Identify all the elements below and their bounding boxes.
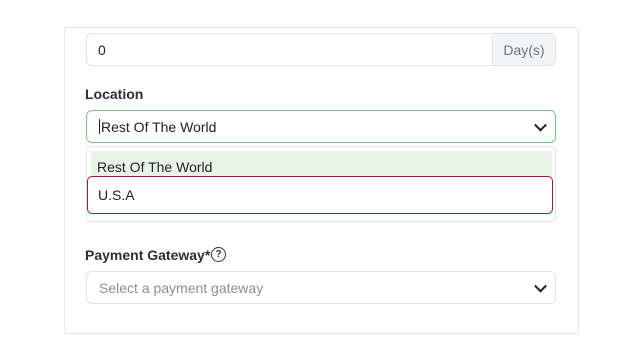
- location-select[interactable]: Rest Of The World: [86, 110, 556, 143]
- payment-gateway-select[interactable]: Select a payment gateway: [86, 271, 556, 304]
- chevron-down-icon[interactable]: [534, 118, 547, 132]
- chevron-down-icon[interactable]: [534, 279, 547, 293]
- location-option-usa[interactable]: U.S.A: [87, 176, 553, 214]
- days-input-value[interactable]: 0: [87, 34, 492, 65]
- payment-gateway-label: Payment Gateway*: [85, 247, 211, 263]
- days-unit-addon: Day(s): [492, 34, 555, 65]
- help-icon[interactable]: ?: [211, 247, 226, 262]
- payment-gateway-placeholder: Select a payment gateway: [99, 279, 264, 296]
- location-option-rest-of-world[interactable]: Rest Of The World: [91, 151, 552, 177]
- location-label: Location: [85, 86, 144, 102]
- text-cursor: [99, 119, 100, 134]
- location-selected-value: Rest Of The World: [101, 118, 217, 135]
- days-input[interactable]: 0 Day(s): [86, 33, 556, 66]
